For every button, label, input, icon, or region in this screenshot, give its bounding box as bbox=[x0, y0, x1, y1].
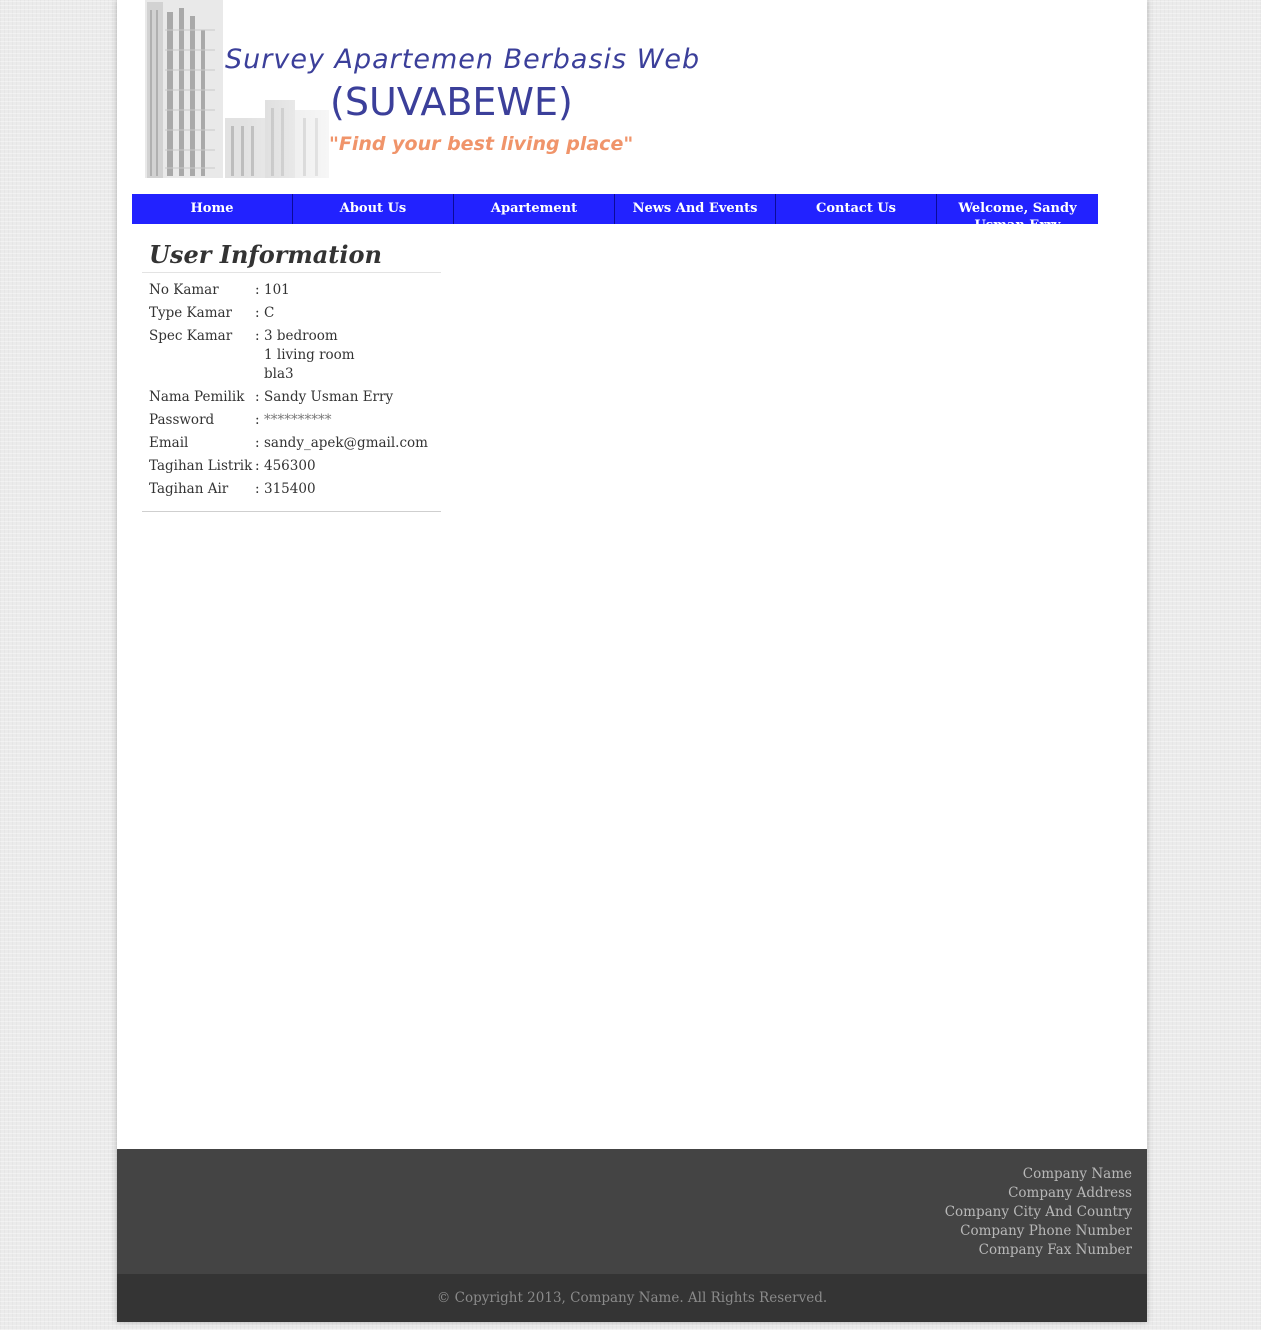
site-acronym: (SUVABEWE) bbox=[330, 80, 573, 124]
copyright-text: © Copyright 2013, Company Name. All Righ… bbox=[436, 1290, 828, 1306]
spec-line: bla3 bbox=[264, 366, 294, 382]
info-colon: : bbox=[255, 328, 260, 344]
info-row-email: Email : sandy_apek@gmail.com bbox=[149, 434, 428, 457]
user-information-table: No Kamar : 101 Type Kamar : C Spec Kamar… bbox=[149, 281, 428, 503]
page-container: Survey Apartemen Berbasis Web (SUVABEWE)… bbox=[117, 0, 1147, 1322]
copyright-bar: © Copyright 2013, Company Name. All Righ… bbox=[117, 1274, 1147, 1322]
nav-apartement[interactable]: Apartement bbox=[454, 194, 615, 224]
info-row-spec-kamar: Spec Kamar : 3 bedroom 1 living room bla… bbox=[149, 327, 428, 388]
nav-news-and-events[interactable]: News And Events bbox=[615, 194, 776, 224]
nav-about-us[interactable]: About Us bbox=[293, 194, 454, 224]
info-value: 456300 bbox=[264, 458, 316, 474]
nav-contact-us[interactable]: Contact Us bbox=[776, 194, 937, 224]
info-value: sandy_apek@gmail.com bbox=[264, 435, 428, 451]
info-label: Email bbox=[149, 435, 189, 451]
company-phone: Company Phone Number bbox=[960, 1223, 1132, 1239]
info-value-multiline: 3 bedroom 1 living room bla3 bbox=[264, 327, 428, 388]
user-information-panel: User Information No Kamar : 101 Type Kam… bbox=[142, 238, 441, 512]
info-colon: : bbox=[255, 458, 260, 474]
site-title: Survey Apartemen Berbasis Web bbox=[225, 44, 701, 75]
info-value: 315400 bbox=[264, 481, 316, 497]
info-value: C bbox=[264, 305, 275, 321]
info-label: No Kamar bbox=[149, 282, 219, 298]
info-label: Tagihan Air bbox=[149, 481, 229, 497]
info-value-password: ********** bbox=[264, 412, 332, 428]
footer-info: Company Name Company Address Company Cit… bbox=[117, 1149, 1147, 1274]
info-row-type-kamar: Type Kamar : C bbox=[149, 304, 428, 327]
info-colon: : bbox=[255, 282, 260, 298]
info-label: Password bbox=[149, 412, 215, 428]
spec-line: 3 bedroom bbox=[264, 328, 338, 344]
info-row-password: Password : ********** bbox=[149, 411, 428, 434]
spec-line: 1 living room bbox=[264, 347, 355, 363]
company-name: Company Name bbox=[1022, 1166, 1132, 1182]
main-navigation: Home About Us Apartement News And Events… bbox=[132, 194, 1098, 224]
info-label: Tagihan Listrik bbox=[149, 458, 253, 474]
info-colon: : bbox=[255, 481, 260, 497]
info-colon: : bbox=[255, 412, 260, 428]
company-address: Company Address bbox=[1008, 1185, 1132, 1201]
divider bbox=[142, 511, 441, 512]
info-colon: : bbox=[255, 305, 260, 321]
info-value: 101 bbox=[264, 282, 290, 298]
user-information-title: User Information bbox=[142, 238, 441, 273]
info-label: Spec Kamar bbox=[149, 328, 233, 344]
company-city-country: Company City And Country bbox=[944, 1204, 1132, 1220]
info-row-nama-pemilik: Nama Pemilik : Sandy Usman Erry bbox=[149, 388, 428, 411]
info-value: Sandy Usman Erry bbox=[264, 389, 394, 405]
company-fax: Company Fax Number bbox=[978, 1242, 1132, 1258]
site-header: Survey Apartemen Berbasis Web (SUVABEWE)… bbox=[117, 0, 1147, 185]
info-row-tagihan-air: Tagihan Air : 315400 bbox=[149, 480, 428, 503]
info-label: Nama Pemilik bbox=[149, 389, 245, 405]
info-colon: : bbox=[255, 389, 260, 405]
info-row-tagihan-listrik: Tagihan Listrik : 456300 bbox=[149, 457, 428, 480]
nav-welcome-user[interactable]: Welcome, Sandy Usman Erry bbox=[937, 194, 1098, 224]
info-colon: : bbox=[255, 435, 260, 451]
info-label: Type Kamar bbox=[149, 305, 232, 321]
info-row-no-kamar: No Kamar : 101 bbox=[149, 281, 428, 304]
nav-home[interactable]: Home bbox=[132, 194, 293, 224]
company-info: Company Name Company Address Company Cit… bbox=[945, 1165, 1132, 1260]
site-tagline: "Find your best living place" bbox=[329, 133, 634, 155]
